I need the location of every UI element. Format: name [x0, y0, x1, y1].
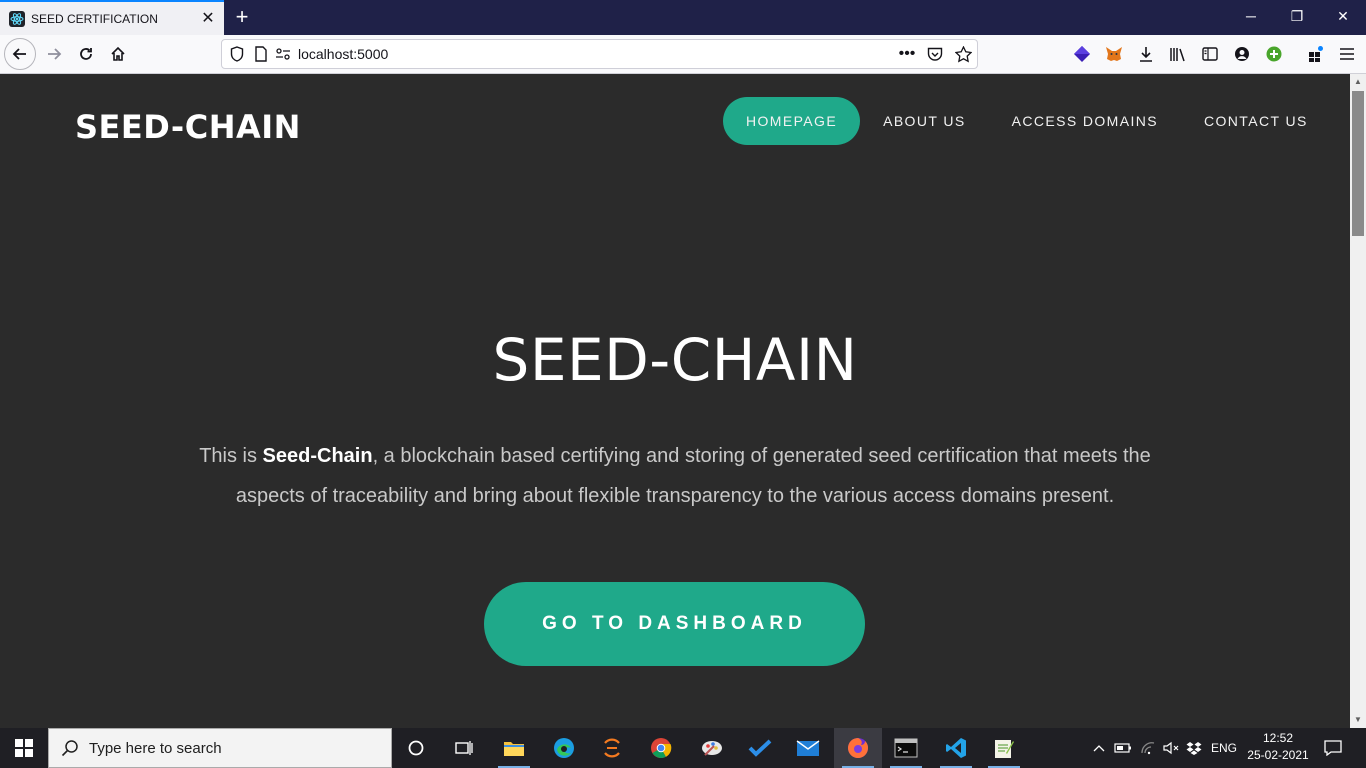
- bookmark-star-icon[interactable]: [949, 40, 977, 68]
- hero-text-suffix: , a blockchain based certifying and stor…: [235, 445, 1151, 507]
- browser-toolbar: localhost:5000 •••: [0, 35, 1366, 74]
- tab-close-icon[interactable]: ✕: [198, 9, 218, 29]
- hero-title: SEED-CHAIN: [492, 326, 858, 394]
- browser-tab-active[interactable]: SEED CERTIFICATION ✕: [0, 0, 224, 35]
- back-arrow-icon: [12, 48, 26, 60]
- wifi-icon[interactable]: [1136, 728, 1160, 768]
- pocket-icon[interactable]: [921, 40, 949, 68]
- minimize-button[interactable]: ─: [1228, 0, 1274, 35]
- more-actions-icon[interactable]: •••: [893, 40, 921, 68]
- firefox-icon[interactable]: [834, 728, 882, 768]
- edge-icon[interactable]: [540, 728, 588, 768]
- task-view-icon[interactable]: [440, 728, 488, 768]
- home-button[interactable]: [103, 39, 133, 69]
- extensions-puzzle-icon[interactable]: [1306, 44, 1326, 64]
- tab-title: SEED CERTIFICATION: [31, 11, 158, 26]
- chrome-icon[interactable]: [637, 728, 685, 768]
- scroll-down-arrow-icon[interactable]: ▼: [1350, 712, 1366, 728]
- window-close-button[interactable]: ✕: [1320, 0, 1366, 35]
- back-button[interactable]: [4, 38, 36, 70]
- scroll-thumb[interactable]: [1352, 91, 1364, 236]
- new-tab-button[interactable]: +: [230, 4, 254, 30]
- taskbar-search-box[interactable]: Type here to search: [48, 728, 392, 768]
- search-icon: [61, 740, 78, 757]
- battery-icon[interactable]: [1111, 728, 1135, 768]
- site-brand[interactable]: SEED-CHAIN: [75, 108, 301, 146]
- permissions-icon[interactable]: [272, 43, 294, 65]
- windows-logo-icon: [15, 739, 33, 757]
- hamburger-menu-icon[interactable]: [1337, 44, 1357, 64]
- mail-icon[interactable]: [784, 728, 832, 768]
- metamask-fox-icon[interactable]: [1104, 44, 1124, 64]
- reload-button[interactable]: [71, 39, 101, 69]
- page-icon[interactable]: [250, 43, 272, 65]
- go-to-dashboard-button[interactable]: GO TO DASHBOARD: [484, 582, 865, 666]
- notifications-icon[interactable]: [1318, 728, 1348, 768]
- forward-button[interactable]: [39, 39, 69, 69]
- hero-text-bold: Seed-Chain: [262, 445, 373, 467]
- taskbar-clock[interactable]: 12:52 25-02-2021: [1246, 730, 1310, 764]
- reload-icon: [80, 48, 92, 60]
- url-bar[interactable]: localhost:5000 •••: [221, 39, 978, 69]
- cortana-icon[interactable]: [392, 728, 440, 768]
- nav-contact-us[interactable]: CONTACT US: [1181, 97, 1331, 145]
- url-text[interactable]: localhost:5000: [298, 46, 893, 62]
- windows-taskbar: Type here to search ENG 12:52 25-02-2021: [0, 728, 1366, 768]
- search-placeholder: Type here to search: [89, 739, 222, 757]
- file-explorer-icon[interactable]: [490, 728, 538, 768]
- nav-about-us[interactable]: ABOUT US: [860, 97, 989, 145]
- eclipse-icon[interactable]: [588, 728, 636, 768]
- vscode-icon[interactable]: [932, 728, 980, 768]
- home-icon: [111, 46, 125, 61]
- library-icon[interactable]: [1168, 44, 1188, 64]
- clock-date: 25-02-2021: [1247, 748, 1309, 762]
- extension-diamond-icon[interactable]: [1072, 44, 1092, 64]
- language-indicator[interactable]: ENG: [1206, 728, 1242, 768]
- volume-muted-icon[interactable]: [1160, 728, 1182, 768]
- hero-text-prefix: This is: [199, 445, 263, 467]
- show-hidden-icons-chevron-up-icon[interactable]: [1088, 728, 1110, 768]
- react-icon: [9, 10, 25, 27]
- site-nav: HOMEPAGE ABOUT US ACCESS DOMAINS CONTACT…: [723, 97, 1331, 145]
- scroll-up-arrow-icon[interactable]: ▲: [1350, 74, 1366, 90]
- forward-arrow-icon: [48, 48, 62, 60]
- paint-icon[interactable]: [688, 728, 736, 768]
- downloads-icon[interactable]: [1136, 44, 1156, 64]
- account-icon[interactable]: [1232, 44, 1252, 64]
- terminal-icon[interactable]: [882, 728, 930, 768]
- extension-plus-icon[interactable]: [1264, 44, 1284, 64]
- restore-button[interactable]: ❐: [1274, 0, 1320, 35]
- clock-time: 12:52: [1262, 731, 1294, 745]
- todo-icon[interactable]: [736, 728, 784, 768]
- page-scrollbar[interactable]: ▲ ▼: [1350, 74, 1366, 728]
- notepad-plus-icon[interactable]: [980, 728, 1028, 768]
- dropbox-icon[interactable]: [1183, 728, 1205, 768]
- start-button[interactable]: [0, 728, 48, 768]
- hero-description: This is Seed-Chain, a blockchain based c…: [190, 436, 1160, 516]
- shield-icon[interactable]: [226, 43, 248, 65]
- sidebar-icon[interactable]: [1200, 44, 1220, 64]
- web-page: SEED-CHAIN HOMEPAGE ABOUT US ACCESS DOMA…: [0, 74, 1350, 728]
- nav-access-domains[interactable]: ACCESS DOMAINS: [989, 97, 1181, 145]
- nav-homepage[interactable]: HOMEPAGE: [723, 97, 861, 145]
- browser-tab-strip: SEED CERTIFICATION ✕ + ─ ❐ ✕: [0, 0, 1366, 35]
